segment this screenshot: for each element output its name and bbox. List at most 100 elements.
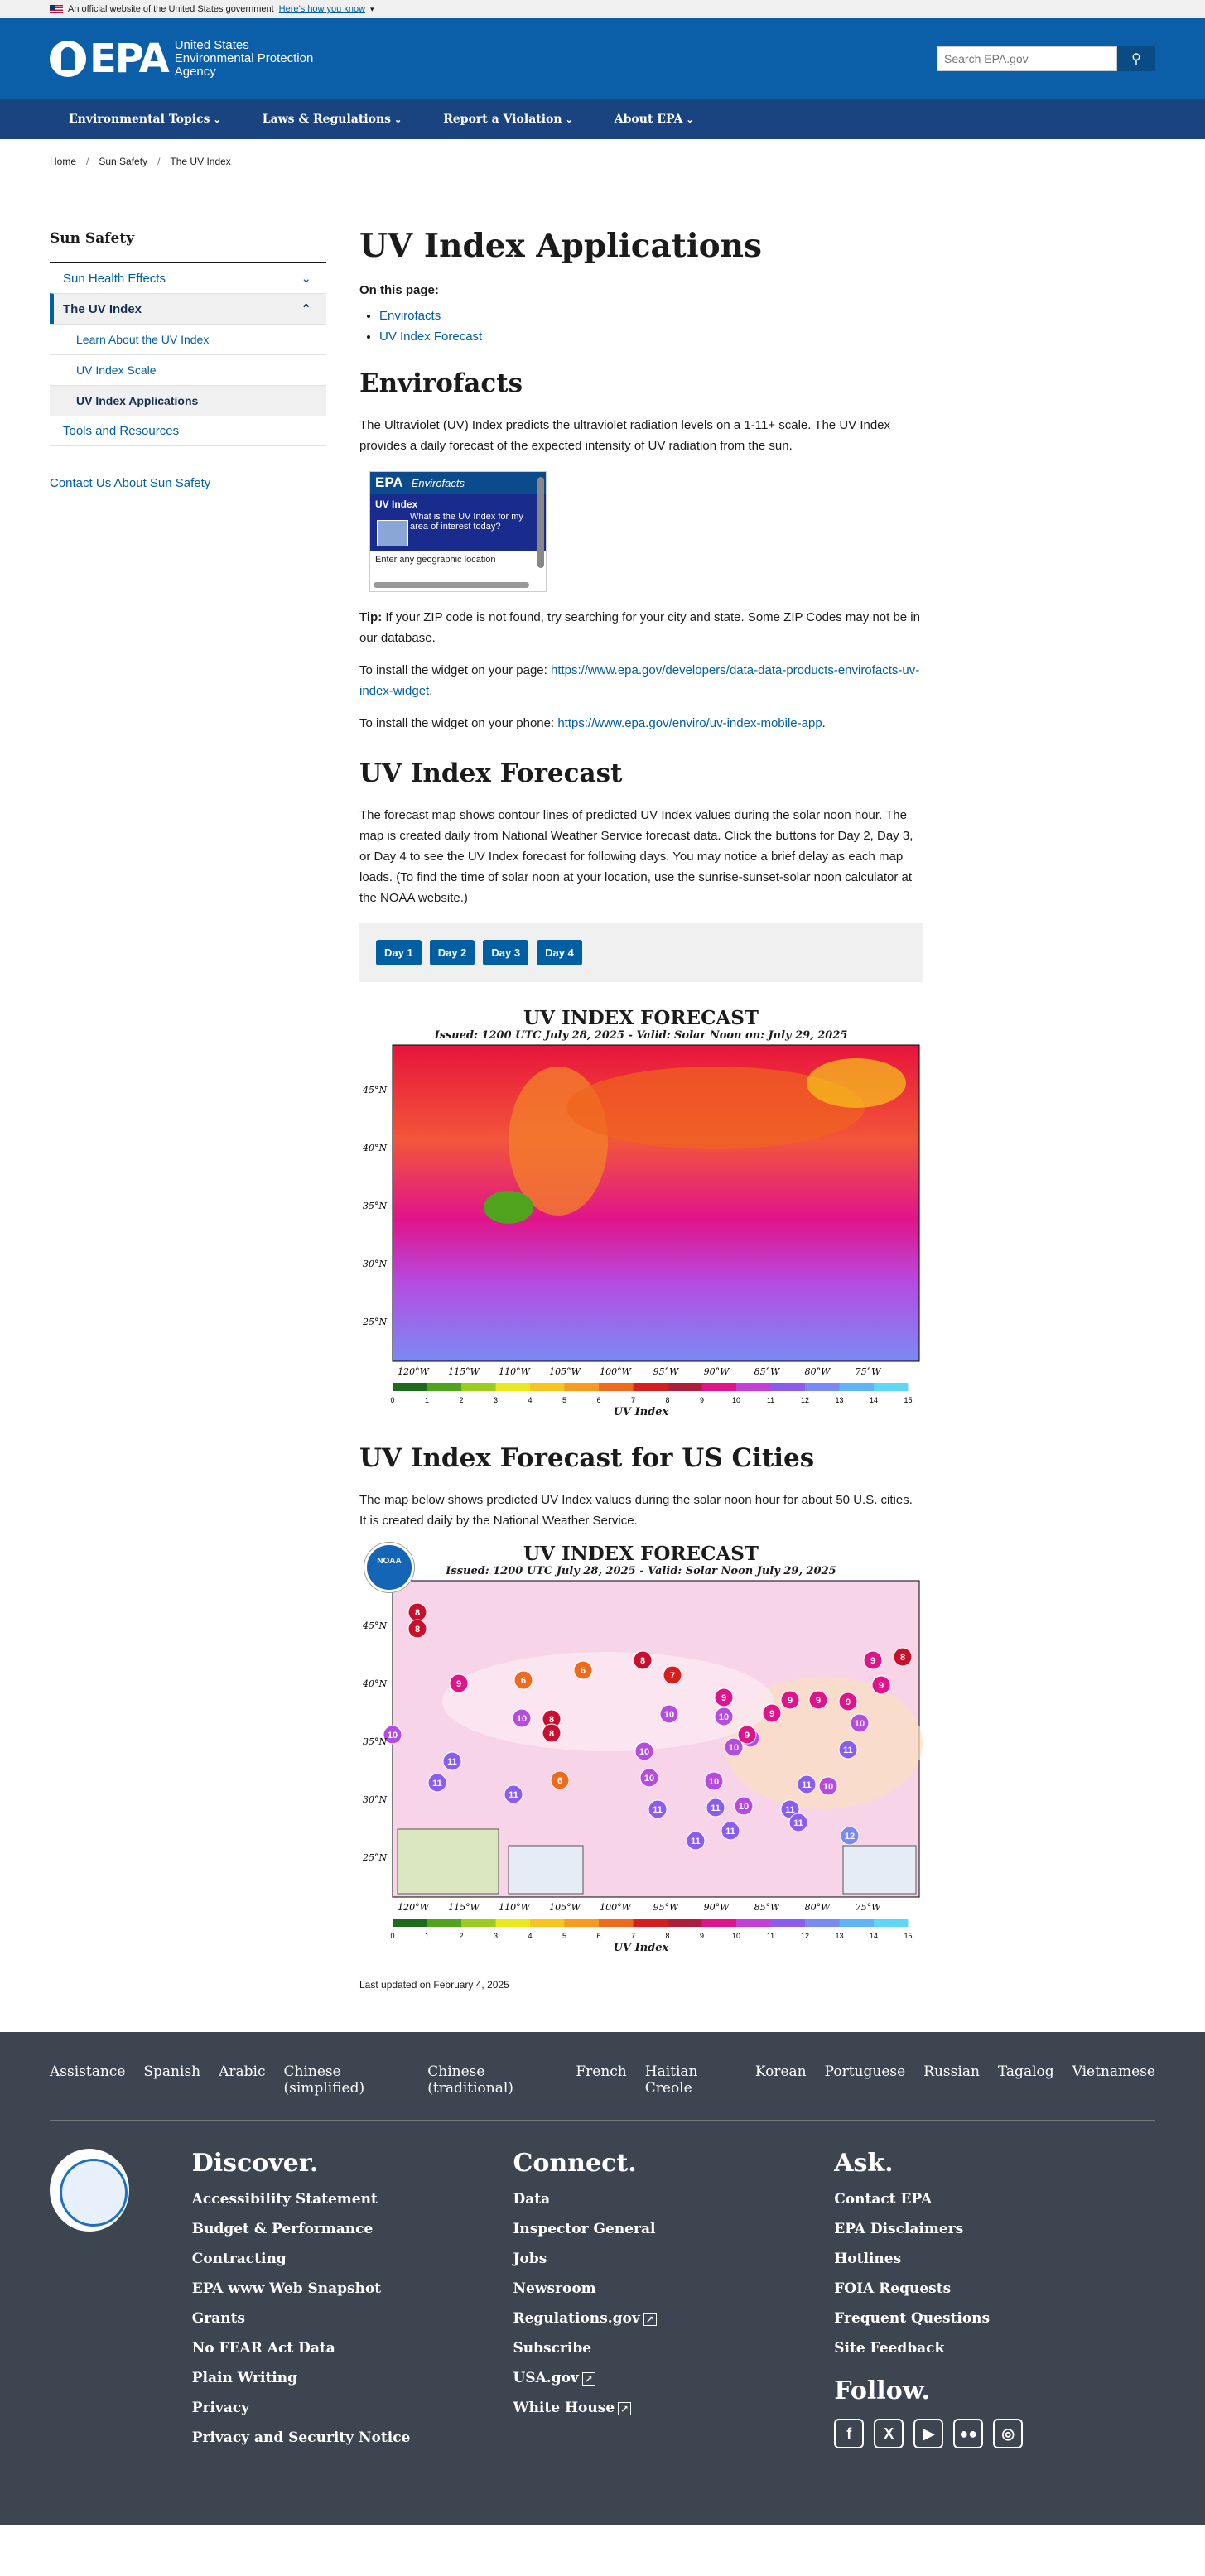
footer-link[interactable]: Inspector General — [513, 2221, 834, 2237]
breadcrumb-uv-index[interactable]: The UV Index — [170, 156, 230, 167]
day1-button[interactable]: Day 1 — [376, 940, 422, 965]
breadcrumb-home[interactable]: Home — [50, 156, 76, 167]
discover-column: Discover. Accessibility Statement Budget … — [192, 2149, 513, 2459]
search-input[interactable] — [937, 46, 1117, 71]
footer-link[interactable]: Jobs — [513, 2251, 834, 2267]
uv-index-widget[interactable]: EPA Envirofacts UV Index What is the UV I… — [369, 471, 547, 592]
city-uv-value: 11 — [509, 1790, 518, 1800]
city-uv-value: 9 — [846, 1697, 851, 1707]
horizontal-scrollbar[interactable] — [374, 582, 529, 588]
footer-link[interactable]: Privacy and Security Notice — [192, 2429, 513, 2446]
footer-link[interactable]: Grants — [192, 2310, 513, 2327]
flickr-icon[interactable]: ●● — [953, 2419, 984, 2448]
footer-link[interactable]: Regulations.gov ↗ — [513, 2310, 834, 2327]
footer-link[interactable]: USA.gov ↗ — [513, 2370, 834, 2386]
lon-label: 95°W — [653, 1902, 680, 1913]
footer-link[interactable]: Accessibility Statement — [192, 2191, 513, 2208]
lon-label: 90°W — [704, 1902, 730, 1913]
lat-label: 45°N — [362, 1620, 387, 1631]
city-uv-value: 8 — [900, 1653, 905, 1663]
instagram-icon[interactable]: ◎ — [993, 2419, 1024, 2448]
language-link[interactable]: Vietnamese — [1072, 2063, 1155, 2097]
lon-label: 115°W — [448, 1902, 480, 1913]
sidebar-sub-applications[interactable]: UV Index Applications — [50, 385, 326, 416]
sidebar-item-tools[interactable]: Tools and Resources — [50, 416, 326, 446]
language-link[interactable]: Chinese (simplified) — [284, 2063, 410, 2097]
scale-label: 11 — [767, 1396, 774, 1404]
sidebar-sub-learn[interactable]: Learn About the UV Index — [50, 324, 326, 354]
scale-label: 8 — [665, 1932, 669, 1940]
uv-forecast-map: UV INDEX FORECAST Issued: 1200 UTC July … — [359, 1007, 923, 1418]
city-uv-value: 10 — [855, 1719, 865, 1729]
footer-link[interactable]: White House ↗ — [513, 2400, 834, 2416]
epa-logo[interactable]: EPA United States Environmental Protectio… — [50, 36, 313, 82]
language-link[interactable]: Spanish — [143, 2063, 200, 2097]
widget-brand: EPA — [375, 474, 403, 490]
footer-link[interactable]: Newsroom — [513, 2280, 834, 2297]
map-subtitle: Issued: 1200 UTC July 28, 2025 - Valid: … — [434, 1029, 848, 1042]
footer-link[interactable]: Site Feedback — [834, 2340, 1155, 2357]
footer-link[interactable]: EPA Disclaimers — [834, 2221, 1155, 2237]
vertical-scrollbar[interactable] — [537, 477, 544, 568]
city-uv-value: 11 — [653, 1805, 663, 1815]
footer-link[interactable]: No FEAR Act Data — [192, 2340, 513, 2357]
x-icon[interactable]: X — [874, 2419, 904, 2448]
scale-label: 2 — [459, 1396, 463, 1404]
footer-link[interactable]: EPA www Web Snapshot — [192, 2280, 513, 2297]
nav-environmental-topics[interactable]: Environmental Topics ⌄ — [69, 113, 221, 126]
language-link[interactable]: Haitian Creole — [645, 2063, 737, 2097]
day4-button[interactable]: Day 4 — [537, 940, 582, 965]
footer-link[interactable]: Budget & Performance — [192, 2221, 513, 2237]
city-uv-value: 9 — [456, 1679, 461, 1689]
city-uv-value: 10 — [388, 1731, 398, 1741]
heres-how-you-know-link[interactable]: Here’s how you know — [279, 4, 365, 14]
search-button[interactable]: ⚲ — [1117, 46, 1155, 71]
facebook-icon[interactable]: f — [834, 2419, 865, 2448]
lon-label: 110°W — [499, 1902, 531, 1913]
language-link[interactable]: Portuguese — [825, 2063, 906, 2097]
scale-swatch — [427, 1919, 461, 1927]
language-link[interactable]: Russian — [923, 2063, 980, 2097]
footer-link[interactable]: FOIA Requests — [834, 2280, 1155, 2297]
lon-labels: 120°W 115°W 110°W 105°W 100°W 95°W 90°W 85°W 80°… — [398, 1366, 882, 1377]
language-link[interactable]: French — [576, 2063, 626, 2097]
language-link[interactable]: Arabic — [219, 2063, 265, 2097]
map-title: UV INDEX FORECAST — [523, 1007, 759, 1029]
footer-link[interactable]: Data — [513, 2191, 834, 2208]
breadcrumb-sun-safety[interactable]: Sun Safety — [99, 156, 147, 167]
contact-link[interactable]: Contact Us About Sun Safety — [50, 476, 326, 490]
gov-banner-text: An official website of the United States… — [68, 4, 274, 14]
nav-report-violation[interactable]: Report a Violation ⌄ — [443, 113, 573, 126]
toc-envirofacts[interactable]: Envirofacts — [379, 309, 441, 323]
footer-link[interactable]: Privacy — [192, 2400, 513, 2416]
footer-link[interactable]: Plain Writing — [192, 2370, 513, 2386]
scale-swatch — [874, 1919, 909, 1927]
language-link[interactable]: Korean — [755, 2063, 807, 2097]
sidebar-item-uv-index[interactable]: The UV Index ⌃ — [50, 293, 326, 324]
mobile-app-link[interactable]: https://www.epa.gov/enviro/uv-index-mobi… — [557, 716, 822, 730]
toc-uv-forecast[interactable]: UV Index Forecast — [379, 330, 482, 344]
scale-swatch — [530, 1919, 565, 1927]
widget-location-input[interactable]: Enter any geographic location — [370, 551, 546, 568]
nav-about-epa[interactable]: About EPA ⌄ — [615, 113, 694, 126]
footer-link[interactable]: Hotlines — [834, 2251, 1155, 2267]
noaa-logo-icon: NOAA — [364, 1543, 414, 1592]
footer-link[interactable]: Contact EPA — [834, 2191, 1155, 2208]
footer-link[interactable]: Frequent Questions — [834, 2310, 1155, 2327]
scale-label: 15 — [904, 1396, 912, 1404]
footer-link[interactable]: Contracting — [192, 2251, 513, 2267]
day2-button[interactable]: Day 2 — [429, 940, 475, 965]
youtube-icon[interactable]: ▶ — [913, 2419, 944, 2448]
scale-swatch — [427, 1383, 461, 1391]
scale-swatch — [770, 1919, 805, 1927]
language-link[interactable]: Assistance — [50, 2063, 125, 2097]
day3-button[interactable]: Day 3 — [483, 940, 529, 965]
language-link[interactable]: Tagalog — [998, 2063, 1054, 2097]
lon-label: 110°W — [499, 1366, 531, 1377]
footer-link[interactable]: Subscribe — [513, 2340, 834, 2357]
sidebar-sub-scale[interactable]: UV Index Scale — [50, 354, 326, 385]
sidebar-item-sun-health-effects[interactable]: Sun Health Effects ⌄ — [50, 262, 326, 293]
city-uv-value: 10 — [739, 1802, 749, 1812]
nav-laws-regulations[interactable]: Laws & Regulations ⌄ — [263, 113, 402, 126]
language-link[interactable]: Chinese (traditional) — [427, 2063, 557, 2097]
